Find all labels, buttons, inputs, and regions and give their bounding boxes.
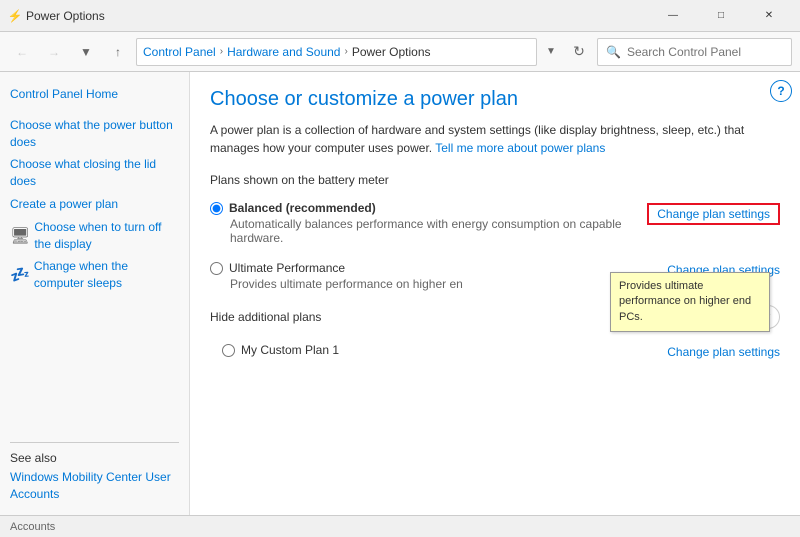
plan-info-custom: My Custom Plan 1 — [222, 343, 667, 357]
sidebar-item-sleep[interactable]: Change when the computer sleeps — [34, 256, 179, 294]
recent-button[interactable]: ▼ — [72, 38, 100, 66]
breadcrumb-hardware-sound[interactable]: Hardware and Sound — [227, 45, 340, 59]
sidebar-item-home[interactable]: Control Panel Home — [10, 84, 179, 105]
minimize-button[interactable]: — — [650, 0, 696, 32]
plan-row-custom: My Custom Plan 1 Change plan settings — [210, 339, 780, 363]
change-plan-custom[interactable]: Change plan settings — [667, 345, 780, 359]
monitor-icon: 🖥 — [10, 226, 30, 246]
plan-name-balanced: Balanced (recommended) — [229, 201, 376, 215]
learn-more-link[interactable]: Tell me more about power plans — [435, 141, 605, 155]
page-title: Choose or customize a power plan — [210, 88, 780, 111]
help-button[interactable]: ? — [770, 80, 792, 102]
tooltip-text: Provides ultimate performance on higher … — [619, 280, 751, 323]
sidebar: Control Panel Home Choose what the power… — [0, 72, 190, 515]
plan-description-balanced: Automatically balances performance with … — [230, 217, 647, 245]
search-box: 🔍 — [597, 38, 792, 66]
plan-radio-input-ultimate[interactable] — [210, 262, 223, 275]
sidebar-item-power-button[interactable]: Choose what the power button does — [10, 115, 179, 153]
see-also-section: See also Windows Mobility Center User Ac… — [10, 414, 179, 503]
breadcrumb-control-panel[interactable]: Control Panel — [143, 45, 216, 59]
plan-radio-ultimate[interactable]: Ultimate Performance — [210, 261, 667, 275]
plan-info-ultimate: Ultimate Performance Provides ultimate p… — [210, 261, 667, 291]
breadcrumb-current: Power Options — [352, 45, 431, 59]
plan-name-ultimate: Ultimate Performance — [229, 261, 345, 275]
plan-info-balanced: Balanced (recommended) Automatically bal… — [210, 201, 647, 245]
title-bar-text: Power Options — [26, 9, 650, 23]
forward-button[interactable]: → — [40, 38, 68, 66]
refresh-button[interactable]: ↻ — [565, 38, 593, 66]
maximize-button[interactable]: □ — [698, 0, 744, 32]
plan-name-custom: My Custom Plan 1 — [241, 343, 339, 357]
status-bar: Accounts — [0, 515, 800, 537]
search-input[interactable] — [627, 45, 783, 59]
main-container: Control Panel Home Choose what the power… — [0, 72, 800, 515]
title-bar: ⚡ Power Options — □ ✕ — [0, 0, 800, 32]
sidebar-item-create-plan[interactable]: Create a power plan — [10, 194, 179, 215]
plan-radio-balanced[interactable]: Balanced (recommended) — [210, 201, 647, 215]
breadcrumb-dropdown-button[interactable]: ▼ — [541, 38, 561, 66]
sidebar-item-turn-off-display[interactable]: Choose when to turn off the display — [34, 217, 179, 255]
sleep-icon: 💤 — [10, 265, 30, 285]
search-icon: 🔍 — [606, 45, 621, 59]
close-button[interactable]: ✕ — [746, 0, 792, 32]
plans-section-label: Plans shown on the battery meter — [210, 173, 780, 187]
plan-row-balanced: Balanced (recommended) Automatically bal… — [210, 197, 780, 249]
status-text: Accounts — [10, 521, 55, 533]
breadcrumb: Control Panel › Hardware and Sound › Pow… — [136, 38, 537, 66]
see-also-label: See also — [10, 451, 179, 465]
change-plan-balanced[interactable]: Change plan settings — [657, 207, 770, 221]
address-bar: ← → ▼ ↑ Control Panel › Hardware and Sou… — [0, 32, 800, 72]
plan-description-ultimate: Provides ultimate performance on higher … — [230, 277, 667, 291]
plan-radio-input-custom[interactable] — [222, 344, 235, 357]
page-description: A power plan is a collection of hardware… — [210, 121, 780, 157]
up-button[interactable]: ↑ — [104, 38, 132, 66]
plan-radio-custom[interactable]: My Custom Plan 1 — [222, 343, 667, 357]
content-area: ? Choose or customize a power plan A pow… — [190, 72, 800, 515]
title-bar-controls: — □ ✕ — [650, 0, 792, 32]
title-bar-icon: ⚡ — [8, 9, 22, 23]
plan-radio-input-balanced[interactable] — [210, 202, 223, 215]
tooltip: Provides ultimate performance on higher … — [610, 272, 770, 332]
sidebar-divider — [10, 442, 179, 443]
sidebar-item-lid[interactable]: Choose what closing the lid does — [10, 154, 179, 192]
back-button[interactable]: ← — [8, 38, 36, 66]
sidebar-item-mobility-center[interactable]: Windows Mobility Center — [10, 468, 142, 486]
